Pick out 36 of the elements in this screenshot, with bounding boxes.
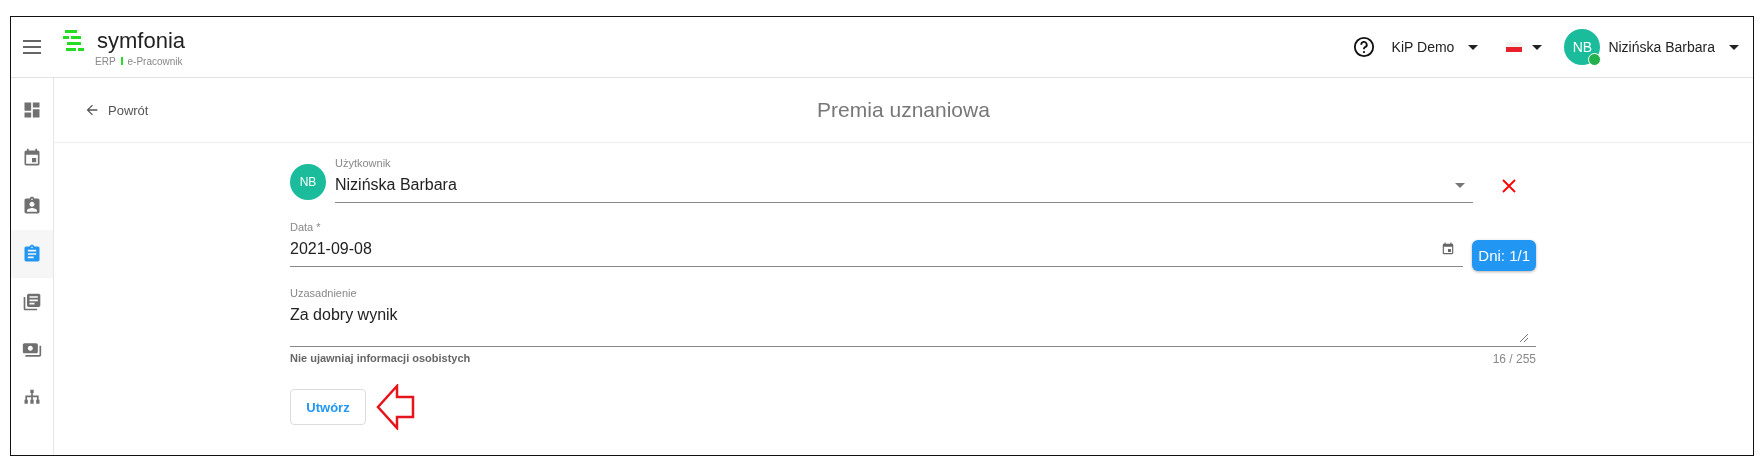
calendar-icon bbox=[22, 148, 42, 168]
logo-text: symfonia bbox=[97, 27, 186, 54]
user-avatar: NB bbox=[1564, 29, 1601, 65]
sidebar-item[interactable] bbox=[11, 230, 53, 278]
flag-icon bbox=[1506, 42, 1523, 52]
back-link[interactable]: Powrót bbox=[84, 102, 149, 118]
character-counter: 16 / 255 bbox=[1492, 352, 1536, 366]
money-icon bbox=[22, 340, 42, 360]
calendar-icon bbox=[1441, 242, 1456, 256]
user-select[interactable]: Użytkownik Nizińska Barbara bbox=[335, 157, 1473, 203]
page-title: Premia uznaniowa bbox=[817, 98, 990, 122]
product-label: ERP bbox=[95, 55, 116, 67]
badge-person-icon bbox=[22, 196, 42, 216]
caret-icon bbox=[1455, 182, 1465, 188]
back-arrow-icon bbox=[84, 102, 100, 118]
dashboard-icon bbox=[22, 100, 42, 120]
reason-field[interactable]: Uzasadnienie Za dobry wynik bbox=[290, 287, 1536, 347]
separator-mark bbox=[120, 57, 123, 65]
caret-icon bbox=[1532, 44, 1543, 50]
resize-handle-icon bbox=[1520, 334, 1528, 342]
company-dropdown[interactable]: KiP Demo bbox=[1391, 39, 1479, 55]
helper-text: Nie ujawniaj informacji osobistych bbox=[290, 352, 471, 366]
module-label: e-Pracownik bbox=[127, 55, 183, 67]
annotation-arrow bbox=[376, 384, 416, 430]
caret-icon bbox=[1468, 44, 1479, 50]
menu-icon bbox=[23, 40, 41, 54]
help-icon bbox=[1352, 36, 1375, 58]
documents-icon bbox=[22, 292, 42, 312]
logo-icon bbox=[63, 29, 87, 52]
user-menu[interactable]: NB Nizińska Barbara bbox=[1564, 29, 1739, 65]
date-field[interactable]: Data * 2021-09-08 bbox=[290, 221, 1464, 267]
caret-icon bbox=[1729, 44, 1739, 50]
language-dropdown[interactable] bbox=[1506, 42, 1543, 52]
clipboard-icon bbox=[22, 244, 42, 264]
close-icon bbox=[1502, 179, 1516, 193]
user-avatar: NB bbox=[290, 164, 326, 200]
